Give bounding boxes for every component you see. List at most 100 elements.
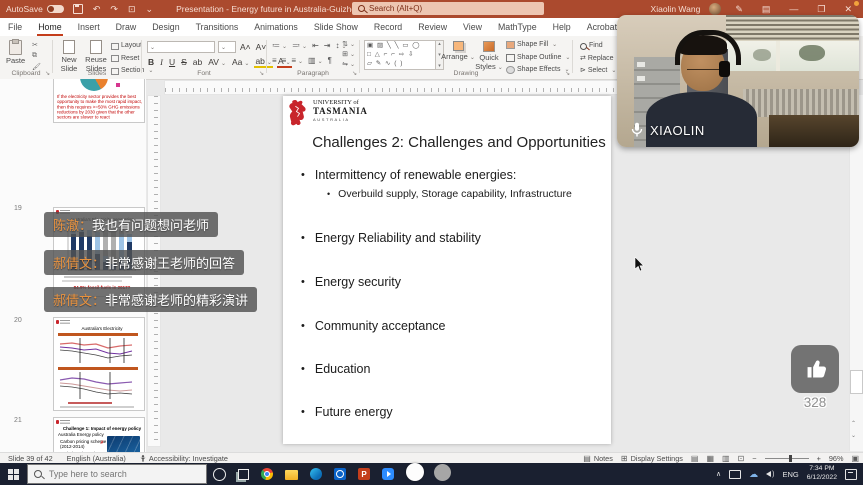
slide-canvas[interactable]: UNIVERSITY of TASMANIA AUSTRALIA Challen… <box>283 96 611 444</box>
quick-styles-button[interactable]: Quick Styles <box>476 41 502 71</box>
paste-button[interactable]: Paste <box>6 40 25 65</box>
file-explorer-icon[interactable] <box>285 470 298 480</box>
webcam-video[interactable]: XIAOLIN <box>617 15 859 147</box>
cut-icon[interactable]: ✂ <box>32 41 41 49</box>
clock[interactable]: 7:34 PM 6/12/2022 <box>807 465 837 483</box>
text-align-icon[interactable]: ⇅ <box>342 40 355 48</box>
copy-icon[interactable]: ⧉ <box>32 52 41 60</box>
align-center-icon[interactable]: ≡ <box>282 56 287 65</box>
slide-sorter-view-button[interactable]: ▦ <box>706 454 714 463</box>
shape-outline-button[interactable]: Shape Outline <box>506 53 570 63</box>
numbering-icon[interactable]: ≕ <box>292 41 307 50</box>
taskbar-search-input[interactable] <box>47 468 181 480</box>
zoom-slider[interactable] <box>765 458 809 459</box>
decrease-indent-icon[interactable]: ⇤ <box>312 41 319 50</box>
language-tray[interactable]: ENG <box>782 470 798 479</box>
tab-review[interactable]: Review <box>410 19 455 36</box>
editor-scrollbar[interactable] <box>849 95 863 451</box>
display-settings-button[interactable]: ⊞Display Settings <box>621 454 683 463</box>
thumbs-up-reaction[interactable] <box>791 345 839 393</box>
bullet-education[interactable]: Education <box>301 362 370 377</box>
tab-file[interactable]: File <box>0 19 30 36</box>
zoom-slider-thumb[interactable] <box>789 455 792 462</box>
bullet-future-energy[interactable]: Future energy <box>301 405 393 420</box>
tab-animations[interactable]: Animations <box>246 19 306 36</box>
drawing-dialog-launcher-icon[interactable]: ↘ <box>565 70 570 77</box>
align-right-icon[interactable]: ≡ <box>291 56 303 65</box>
zoom-out-button[interactable]: − <box>752 454 756 463</box>
columns-icon[interactable]: ▥ <box>308 56 323 65</box>
taskbar-search[interactable] <box>27 464 207 484</box>
previous-slide-icon[interactable]: ⌃ <box>851 420 856 427</box>
slideshow-view-button[interactable]: ⊡ <box>738 454 745 463</box>
paragraph-dialog-launcher-icon[interactable]: ↘ <box>352 70 357 77</box>
tab-slide-show[interactable]: Slide Show <box>306 19 366 36</box>
hidden-icons-chevron-icon[interactable]: ∧ <box>716 470 721 478</box>
character-spacing-icon[interactable]: AV <box>207 57 227 67</box>
arrange-text-icon[interactable]: ⇋ <box>342 60 355 68</box>
new-slide-button[interactable]: New Slide <box>57 40 81 73</box>
floating-control-gray[interactable] <box>434 464 451 481</box>
bullet-reliability[interactable]: Energy Reliability and stability <box>301 231 481 246</box>
language-indicator[interactable]: English (Australia) <box>67 454 126 463</box>
onedrive-cloud-icon[interactable]: ☁ <box>749 470 758 479</box>
tab-draw[interactable]: Draw <box>108 19 145 36</box>
chrome-icon[interactable] <box>261 468 273 480</box>
slide-title[interactable]: Challenges 2: Challenges and Opportuniti… <box>309 134 609 151</box>
font-dialog-launcher-icon[interactable]: ↘ <box>259 70 264 77</box>
search-box[interactable]: Search (Alt+Q) <box>352 2 544 15</box>
arrange-button[interactable]: Arrange <box>444 41 472 61</box>
font-name-combobox[interactable] <box>147 41 215 53</box>
tab-home[interactable]: Home <box>30 19 69 36</box>
clipboard-dialog-launcher-icon[interactable]: ↘ <box>45 70 50 77</box>
grow-font-icon[interactable]: A˄ <box>239 42 252 52</box>
tab-view[interactable]: View <box>455 19 490 36</box>
notes-button[interactable]: ▤Notes <box>583 454 613 463</box>
save-icon[interactable] <box>73 4 83 14</box>
tab-record[interactable]: Record <box>366 19 410 36</box>
text-shadow-button[interactable]: ab <box>192 57 203 67</box>
network-icon[interactable] <box>729 470 741 479</box>
present-icon[interactable]: ⊡ <box>128 0 136 18</box>
underline-button[interactable]: U <box>168 57 176 67</box>
convert-smartart-icon[interactable]: ⊞ <box>342 50 355 58</box>
zoom-in-button[interactable]: + <box>817 454 821 463</box>
change-case-icon[interactable]: Aa <box>231 57 250 67</box>
bullet-security[interactable]: Energy security <box>301 275 401 290</box>
volume-icon[interactable]: ) <box>766 471 774 478</box>
tab-transitions[interactable]: Transitions <box>188 19 247 36</box>
powerpoint-icon[interactable]: P <box>358 468 370 480</box>
text-direction-icon[interactable]: ¶ <box>328 56 332 65</box>
cortana-icon[interactable] <box>213 468 226 481</box>
align-left-icon[interactable]: ≡ <box>272 56 277 65</box>
floating-control-white[interactable] <box>406 463 424 481</box>
tab-mathtype[interactable]: MathType <box>490 19 545 36</box>
thumbnail-partial[interactable]: If the electricity sector provides the b… <box>53 79 145 123</box>
tab-insert[interactable]: Insert <box>70 19 108 36</box>
font-size-combobox[interactable] <box>218 41 236 53</box>
redo-icon[interactable]: ↷ <box>110 0 118 18</box>
bold-button[interactable]: B <box>147 57 155 67</box>
quick-access-chevron-icon[interactable]: ⌄ <box>146 0 154 18</box>
shapes-gallery[interactable]: ▣ ▨ ╲ ╲ ▭ ◯ □ △ ⌐ ⌐ ⇨ ⇩ ▱ ✎ ∿ ( ) <box>364 40 436 70</box>
action-center-icon[interactable] <box>845 469 857 480</box>
tab-design[interactable]: Design <box>144 19 187 36</box>
zoom-level[interactable]: 96% <box>829 454 844 463</box>
undo-icon[interactable]: ↶ <box>93 0 101 18</box>
tab-help[interactable]: Help <box>545 19 579 36</box>
start-button[interactable] <box>8 469 19 480</box>
outlook-icon[interactable] <box>334 468 346 480</box>
reuse-slides-button[interactable]: Reuse Slides <box>83 40 109 73</box>
sub-bullet-overbuild[interactable]: Overbuild supply, Storage capability, In… <box>327 188 572 201</box>
shape-fill-button[interactable]: Shape Fill <box>506 40 570 50</box>
strikethrough-button[interactable]: S <box>180 57 188 67</box>
edge-icon[interactable] <box>310 468 322 480</box>
increase-indent-icon[interactable]: ⇥ <box>324 41 331 50</box>
bullet-intermittency[interactable]: Intermittency of renewable energies: <box>301 168 516 183</box>
autosave-toggle[interactable] <box>47 5 64 13</box>
avatar[interactable] <box>709 3 721 15</box>
next-slide-icon[interactable]: ⌄ <box>851 432 856 439</box>
bullet-community[interactable]: Community acceptance <box>301 319 445 334</box>
fit-slide-button[interactable]: ▣ <box>851 454 859 463</box>
accessibility-checker[interactable]: Accessibility: Investigate <box>140 454 228 463</box>
